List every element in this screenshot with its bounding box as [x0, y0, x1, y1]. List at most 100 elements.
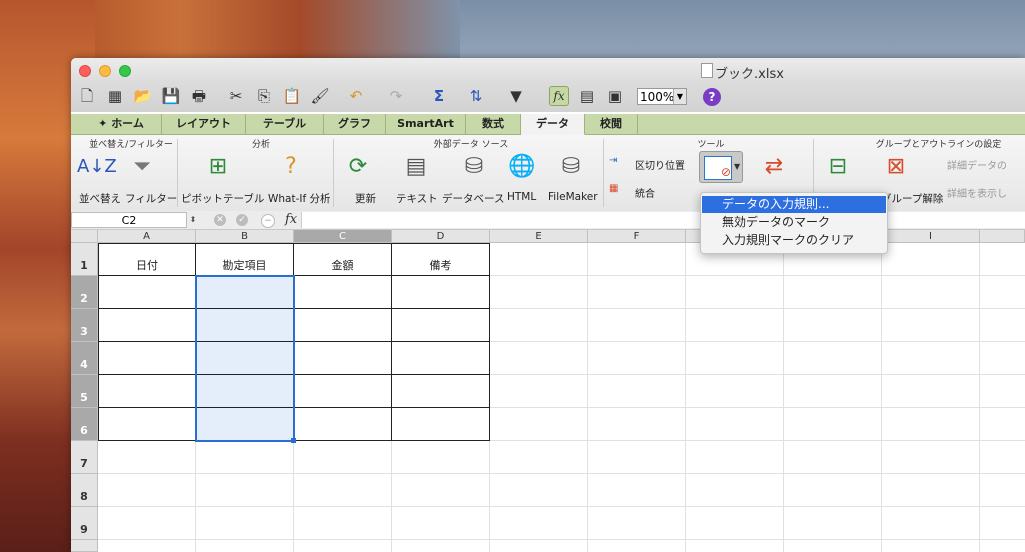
table-header-account[interactable]: 勘定項目: [196, 244, 294, 276]
row-header-3[interactable]: 3: [71, 309, 98, 342]
column-header-f[interactable]: F: [588, 230, 686, 243]
pivot-table-label[interactable]: ピボットテーブル: [181, 191, 264, 206]
table-cell[interactable]: [99, 408, 196, 441]
filter-button-label[interactable]: フィルター: [125, 191, 177, 206]
show-detail-label[interactable]: 詳細を表示し: [947, 185, 1007, 200]
menu-item-circle-invalid-data[interactable]: 無効データのマーク: [702, 214, 886, 231]
table-cell[interactable]: [294, 309, 392, 342]
fx-icon[interactable]: fx: [285, 212, 297, 227]
table-cell[interactable]: [392, 309, 490, 342]
menu-item-clear-validation-circles[interactable]: 入力規則マークのクリア: [702, 232, 886, 249]
row-header-8[interactable]: 8: [71, 474, 98, 507]
table-header-amount[interactable]: 金額: [294, 244, 392, 276]
cancel-icon[interactable]: ✕: [214, 214, 226, 226]
table-cell[interactable]: [99, 276, 196, 309]
database-icon[interactable]: ⛁: [459, 153, 489, 181]
title-bar[interactable]: ブック.xlsx: [71, 58, 1025, 82]
media-icon[interactable]: ▣: [605, 86, 625, 106]
what-if-icon[interactable]: ?: [276, 153, 306, 181]
html-globe-icon[interactable]: 🌐: [507, 153, 537, 181]
formula-builder-icon[interactable]: fx: [549, 86, 569, 106]
group-icon[interactable]: ⊟: [823, 153, 853, 181]
detail-data-label[interactable]: 詳細データの: [947, 157, 1007, 172]
table-cell[interactable]: [392, 276, 490, 309]
name-box[interactable]: C2: [71, 212, 187, 228]
table-cell[interactable]: [196, 342, 294, 375]
ungroup-icon[interactable]: ⊠: [881, 153, 911, 181]
table-header-date[interactable]: 日付: [99, 244, 196, 276]
filemaker-icon[interactable]: ⛁: [556, 153, 586, 181]
text-import-icon[interactable]: ▤: [401, 153, 431, 181]
pivot-table-icon[interactable]: ⊞: [203, 153, 233, 181]
table-cell[interactable]: [392, 408, 490, 441]
column-header-d[interactable]: D: [392, 230, 490, 243]
column-header-c[interactable]: C: [294, 230, 392, 243]
remove-duplicates-icon[interactable]: ⇄: [759, 153, 789, 181]
column-header-b[interactable]: B: [196, 230, 294, 243]
text-to-columns-label[interactable]: 区切り位置: [635, 157, 685, 172]
column-header-next[interactable]: [980, 230, 1025, 243]
column-header-e[interactable]: E: [490, 230, 588, 243]
row-header-10[interactable]: [71, 540, 98, 552]
ungroup-label[interactable]: グループ解除: [881, 191, 943, 206]
text-to-columns-icon[interactable]: ⇥: [609, 155, 617, 166]
tab-tables[interactable]: テーブル: [246, 114, 324, 134]
row-header-1[interactable]: 1: [71, 243, 98, 276]
close-button[interactable]: [79, 65, 91, 77]
row-header-2[interactable]: 2: [71, 276, 98, 309]
table-cell[interactable]: [196, 408, 294, 441]
table-cell[interactable]: [294, 375, 392, 408]
table-cell[interactable]: [294, 342, 392, 375]
row-header-9[interactable]: 9: [71, 507, 98, 540]
fill-handle[interactable]: [291, 438, 296, 443]
table-cell[interactable]: [99, 309, 196, 342]
table-cell[interactable]: [196, 276, 294, 309]
copy-icon[interactable]: ⎘: [254, 86, 274, 106]
empty-cells[interactable]: [490, 243, 1025, 552]
new-icon[interactable]: 🗋: [77, 86, 97, 106]
paste-icon[interactable]: 📋: [282, 86, 302, 106]
refresh-icon[interactable]: ⟳: [343, 153, 373, 181]
row-header-7[interactable]: 7: [71, 441, 98, 474]
enter-icon[interactable]: ✓: [236, 214, 248, 226]
sort-button-label[interactable]: 並べ替え: [79, 191, 121, 206]
redo-icon[interactable]: ↷: [386, 86, 406, 106]
formula-input[interactable]: [301, 212, 1025, 228]
tab-charts[interactable]: グラフ: [324, 114, 386, 134]
tab-home[interactable]: ✦ ホーム: [81, 114, 162, 134]
spreadsheet-grid[interactable]: A B C D E F G H I 1 2 3 4 5 6 7 8 9 日付 勘…: [71, 230, 1025, 552]
zoom-dropdown-icon[interactable]: ▼: [673, 89, 686, 104]
help-icon[interactable]: ?: [703, 88, 721, 106]
tab-formulas[interactable]: 数式: [466, 114, 521, 134]
zoom-button[interactable]: [119, 65, 131, 77]
sort-az-icon[interactable]: A↓Z: [77, 153, 117, 181]
table-cell[interactable]: [392, 375, 490, 408]
save-icon[interactable]: 💾: [161, 86, 181, 106]
row-header-6[interactable]: 6: [71, 408, 98, 441]
column-header-a[interactable]: A: [98, 230, 196, 243]
autosum-icon[interactable]: Σ: [429, 86, 449, 106]
html-label[interactable]: HTML: [507, 191, 536, 203]
tab-smartart[interactable]: SmartArt: [386, 114, 466, 134]
tab-data[interactable]: データ: [521, 114, 585, 135]
table-cell[interactable]: [392, 342, 490, 375]
select-all-corner[interactable]: [71, 230, 98, 243]
row-header-5[interactable]: 5: [71, 375, 98, 408]
funnel-icon[interactable]: ⏷: [127, 153, 157, 181]
cut-icon[interactable]: ✂: [226, 86, 246, 106]
row-header-4[interactable]: 4: [71, 342, 98, 375]
data-validation-button[interactable]: ⊘ ▼: [699, 151, 743, 183]
table-cell[interactable]: [196, 375, 294, 408]
filemaker-label[interactable]: FileMaker: [548, 191, 598, 203]
table-cell[interactable]: [294, 276, 392, 309]
table-cell[interactable]: [294, 408, 392, 441]
refresh-label[interactable]: 更新: [355, 191, 376, 206]
empty-cells[interactable]: [98, 441, 490, 552]
format-painter-icon[interactable]: 🖌: [310, 86, 330, 106]
what-if-label[interactable]: What-If 分析: [268, 191, 331, 206]
sort-icon[interactable]: ⇅: [466, 86, 486, 106]
table-header-notes[interactable]: 備考: [392, 244, 490, 276]
minimize-button[interactable]: [99, 65, 111, 77]
table-cell[interactable]: [99, 375, 196, 408]
text-import-label[interactable]: テキスト: [396, 191, 438, 206]
